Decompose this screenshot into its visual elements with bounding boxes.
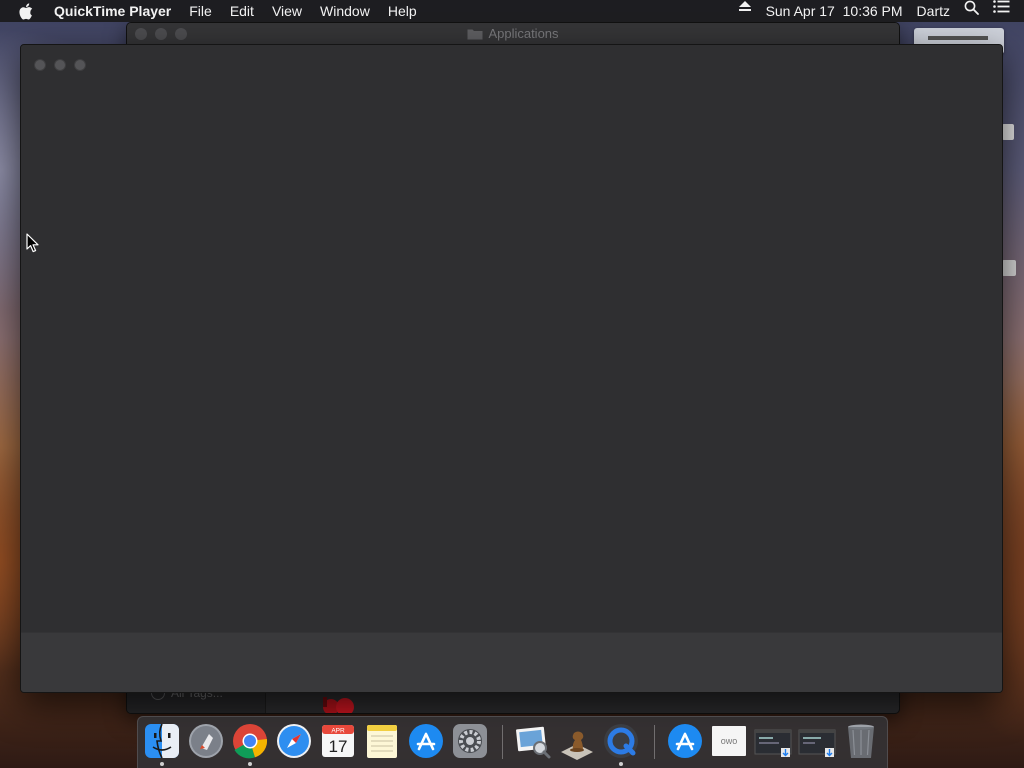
dock-item-app-store-2[interactable] bbox=[666, 722, 704, 760]
dock-item-trash[interactable] bbox=[842, 722, 880, 760]
preview-icon bbox=[516, 726, 551, 759]
finder-icon bbox=[145, 723, 179, 759]
dock-item-calendar[interactable]: APR 17 bbox=[319, 722, 357, 760]
menu-edit[interactable]: Edit bbox=[221, 0, 263, 22]
finder-title: Applications bbox=[127, 23, 899, 45]
dock-item-chrome[interactable] bbox=[231, 722, 269, 766]
system-preferences-icon bbox=[453, 724, 487, 758]
clock[interactable]: Sun Apr 17 10:36 PM bbox=[759, 0, 910, 22]
desktop: QuickTime Player File Edit View Window H… bbox=[0, 0, 1024, 768]
mouse-pointer-icon bbox=[26, 233, 40, 258]
document-label: owo bbox=[721, 736, 738, 746]
chess-icon bbox=[561, 731, 593, 760]
video-area[interactable] bbox=[21, 45, 1002, 633]
running-indicator bbox=[160, 762, 164, 766]
running-indicator bbox=[248, 762, 252, 766]
dock-separator bbox=[654, 725, 655, 759]
app-name-menu[interactable]: QuickTime Player bbox=[40, 0, 180, 22]
finder-title-text: Applications bbox=[488, 26, 559, 41]
notification-center-icon[interactable] bbox=[986, 0, 1024, 22]
dock-separator bbox=[502, 725, 503, 759]
dock-item-chess[interactable] bbox=[558, 722, 596, 760]
dock-item-launchpad[interactable] bbox=[187, 722, 225, 760]
desktop-item-icon[interactable] bbox=[1002, 124, 1014, 140]
zoom-button[interactable] bbox=[74, 59, 86, 71]
app-store-icon bbox=[409, 724, 443, 758]
menu-view[interactable]: View bbox=[263, 0, 311, 22]
quicktime-window[interactable] bbox=[20, 44, 1003, 693]
menu-file[interactable]: File bbox=[180, 0, 221, 22]
spotlight-search-icon[interactable] bbox=[957, 0, 986, 22]
dock: APR 17 owo bbox=[137, 716, 888, 768]
thumbnail-bar bbox=[928, 36, 988, 40]
calendar-month: APR bbox=[331, 728, 345, 735]
dock-item-app-store[interactable] bbox=[407, 722, 445, 760]
dock-item-safari[interactable] bbox=[275, 722, 313, 760]
menu-help[interactable]: Help bbox=[379, 0, 426, 22]
dock-item-quicktime[interactable] bbox=[602, 722, 640, 766]
quicktime-icon bbox=[604, 724, 638, 758]
trash-icon bbox=[848, 724, 874, 758]
finder-file-icon[interactable] bbox=[317, 695, 363, 713]
window-controls bbox=[34, 59, 86, 71]
menu-bar: QuickTime Player File Edit View Window H… bbox=[0, 0, 1024, 22]
folder-icon bbox=[467, 29, 483, 40]
playback-controls-bar[interactable] bbox=[21, 632, 1002, 692]
dock-item-notes[interactable] bbox=[363, 722, 401, 760]
dock-item-document[interactable]: owo bbox=[710, 722, 748, 760]
eject-icon[interactable] bbox=[731, 0, 759, 22]
window-thumbnail-icon bbox=[754, 729, 792, 757]
dock-item-window-thumbnail-2[interactable] bbox=[798, 722, 836, 760]
calendar-icon: APR 17 bbox=[322, 725, 354, 757]
status-area: Sun Apr 17 10:36 PM Dartz bbox=[731, 0, 1024, 22]
chrome-icon bbox=[233, 724, 268, 759]
apple-menu-icon[interactable] bbox=[0, 0, 40, 22]
close-button[interactable] bbox=[34, 59, 46, 71]
desktop-item-icon[interactable] bbox=[1002, 260, 1016, 276]
document-icon: owo bbox=[712, 726, 746, 756]
calendar-day: 17 bbox=[329, 737, 348, 756]
dock-item-window-thumbnail-1[interactable] bbox=[754, 722, 792, 760]
window-thumbnail-icon bbox=[798, 729, 836, 757]
minimize-button[interactable] bbox=[54, 59, 66, 71]
running-indicator bbox=[619, 762, 623, 766]
launchpad-icon bbox=[189, 724, 223, 758]
dock-item-preview[interactable] bbox=[514, 722, 552, 760]
safari-icon bbox=[277, 724, 311, 758]
user-menu[interactable]: Dartz bbox=[910, 0, 957, 22]
dock-item-system-preferences[interactable] bbox=[451, 722, 489, 760]
menu-window[interactable]: Window bbox=[311, 0, 379, 22]
notes-icon bbox=[367, 725, 397, 758]
finder-titlebar[interactable]: Applications bbox=[127, 23, 899, 46]
app-store-icon bbox=[668, 724, 702, 758]
dock-item-finder[interactable] bbox=[143, 722, 181, 766]
